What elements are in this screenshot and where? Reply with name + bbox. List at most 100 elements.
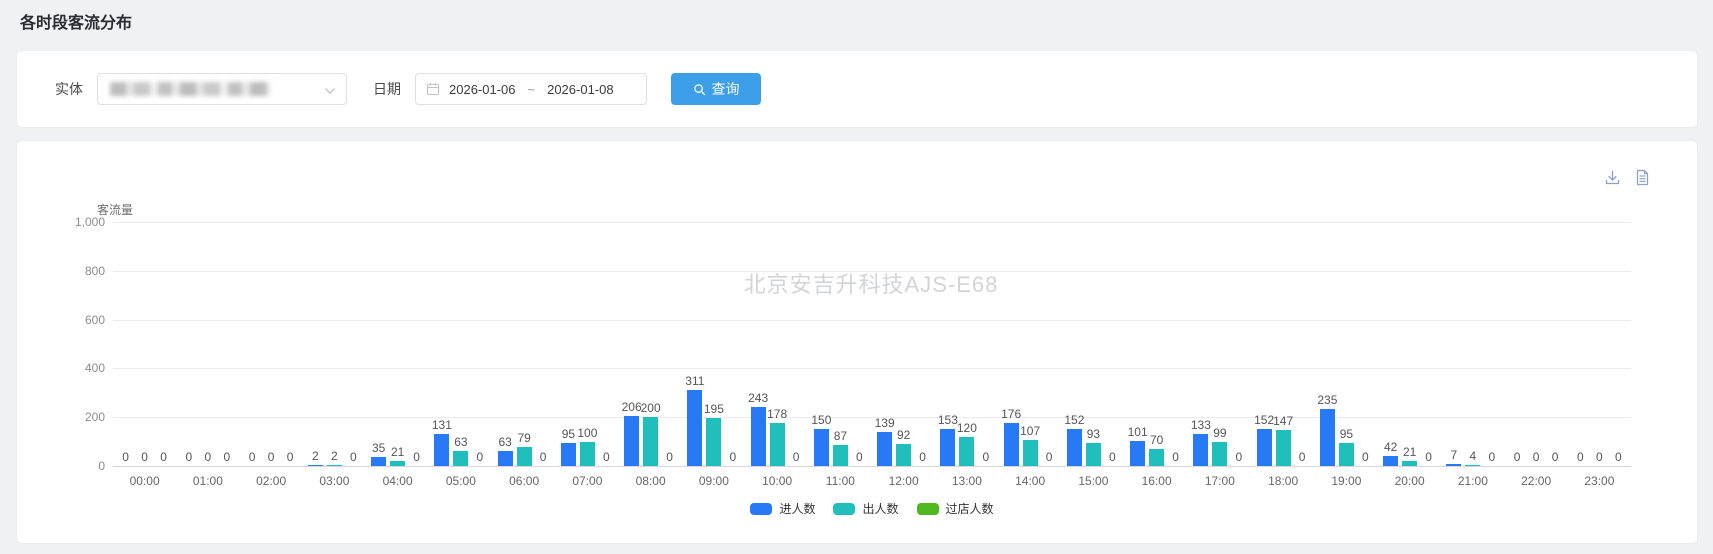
legend-item[interactable]: 进人数	[750, 500, 815, 517]
bar-value-label: 63	[439, 435, 483, 449]
x-tick-label: 20:00	[1378, 474, 1442, 488]
bar-value-label: 0	[1027, 450, 1071, 464]
page-title: 各时段客流分布	[20, 9, 132, 33]
date-end-value[interactable]: 2026-01-08	[547, 82, 614, 97]
x-tick-label: 05:00	[429, 474, 493, 488]
x-tick-label: 04:00	[366, 474, 430, 488]
bar-value-label: 0	[711, 450, 755, 464]
entity-select-value-redacted	[110, 82, 270, 96]
bar-value-label: 152	[1052, 413, 1096, 427]
bar-value-label: 79	[502, 431, 546, 445]
y-tick-label: 400	[49, 361, 105, 375]
y-tick-label: 800	[49, 264, 105, 278]
legend-marker-icon	[833, 503, 855, 515]
bar-value-label: 131	[420, 418, 464, 432]
x-tick-label: 22:00	[1504, 474, 1568, 488]
calendar-icon	[426, 82, 440, 96]
legend-marker-icon	[917, 503, 939, 515]
chevron-down-icon	[324, 84, 336, 102]
grid-line	[113, 320, 1631, 321]
bar-value-label: 147	[1261, 414, 1305, 428]
query-button-label: 查询	[712, 79, 740, 99]
bar-value-label: 100	[565, 426, 609, 440]
bar-value-label: 0	[1280, 450, 1324, 464]
filter-panel: 实体 日期 2026-01-06 ~ 2026-01-08	[16, 50, 1698, 128]
bar-value-label: 0	[1596, 450, 1640, 464]
bar-value-label: 93	[1071, 427, 1115, 441]
filter-row: 实体 日期 2026-01-06 ~ 2026-01-08	[17, 51, 1697, 127]
grid-line	[113, 271, 1631, 272]
date-range-separator: ~	[528, 82, 536, 97]
x-tick-label: 11:00	[808, 474, 872, 488]
bar-value-label: 0	[521, 450, 565, 464]
x-axis-line	[113, 466, 1631, 467]
y-tick-label: 1,000	[49, 215, 105, 229]
grid-line	[113, 222, 1631, 223]
bar-value-label: 311	[673, 374, 717, 388]
bar-value-label: 120	[945, 421, 989, 435]
y-tick-label: 200	[49, 410, 105, 424]
bar-value-label: 99	[1198, 426, 1242, 440]
x-tick-label: 16:00	[1125, 474, 1189, 488]
bar[interactable]	[1465, 465, 1480, 466]
grid-line	[113, 368, 1631, 369]
bar-value-label: 0	[901, 450, 945, 464]
bar-value-label: 0	[774, 450, 818, 464]
bar-chart: 02004006008001,00000:0000001:0000002:000…	[17, 141, 1697, 543]
bar-value-label: 178	[755, 407, 799, 421]
bar-value-label: 70	[1135, 433, 1179, 447]
chart-legend: 进人数 出人数 过店人数	[113, 500, 1631, 517]
bar-value-label: 92	[882, 428, 926, 442]
legend-label: 进人数	[779, 500, 815, 517]
bar-value-label: 107	[1008, 424, 1052, 438]
date-range-picker[interactable]: 2026-01-06 ~ 2026-01-08	[415, 73, 647, 105]
bar-value-label: 0	[1090, 450, 1134, 464]
bar-value-label: 0	[1154, 450, 1198, 464]
legend-label: 过店人数	[946, 500, 994, 517]
x-tick-label: 18:00	[1251, 474, 1315, 488]
x-tick-label: 07:00	[555, 474, 619, 488]
bar[interactable]	[1446, 464, 1461, 466]
bar-value-label: 0	[458, 450, 502, 464]
bar-value-label: 235	[1305, 393, 1349, 407]
bar-value-label: 87	[818, 429, 862, 443]
x-tick-label: 13:00	[935, 474, 999, 488]
bar-value-label: 0	[395, 450, 439, 464]
x-tick-label: 02:00	[239, 474, 303, 488]
legend-marker-icon	[750, 503, 772, 515]
x-tick-label: 06:00	[492, 474, 556, 488]
date-label: 日期	[373, 79, 401, 99]
x-tick-label: 08:00	[619, 474, 683, 488]
chart-panel: 客流量 北京安吉升科技AJS-E68 02004006008001,00000:…	[16, 140, 1698, 544]
y-tick-label: 600	[49, 313, 105, 327]
bar[interactable]	[327, 465, 342, 466]
x-tick-label: 21:00	[1441, 474, 1505, 488]
bar-value-label: 150	[799, 413, 843, 427]
entity-select[interactable]	[97, 73, 347, 105]
bar-value-label: 243	[736, 391, 780, 405]
bar[interactable]	[308, 465, 323, 466]
bar-value-label: 0	[584, 450, 628, 464]
bar-value-label: 195	[692, 402, 736, 416]
bar-value-label: 0	[648, 450, 692, 464]
bar-value-label: 176	[989, 407, 1033, 421]
x-tick-label: 00:00	[113, 474, 177, 488]
x-tick-label: 01:00	[176, 474, 240, 488]
date-start-value[interactable]: 2026-01-06	[449, 82, 516, 97]
x-tick-label: 17:00	[1188, 474, 1252, 488]
x-tick-label: 09:00	[682, 474, 746, 488]
x-tick-label: 03:00	[302, 474, 366, 488]
x-tick-label: 14:00	[998, 474, 1062, 488]
search-icon	[693, 83, 706, 96]
legend-item[interactable]: 过店人数	[917, 500, 994, 517]
bar-value-label: 0	[1217, 450, 1261, 464]
query-button[interactable]: 查询	[671, 73, 761, 105]
legend-label: 出人数	[862, 500, 898, 517]
x-tick-label: 10:00	[745, 474, 809, 488]
x-tick-label: 12:00	[872, 474, 936, 488]
legend-item[interactable]: 出人数	[833, 500, 898, 517]
x-tick-label: 23:00	[1567, 474, 1631, 488]
bar-value-label: 0	[837, 450, 881, 464]
x-tick-label: 19:00	[1314, 474, 1378, 488]
bar-value-label: 95	[1324, 427, 1368, 441]
